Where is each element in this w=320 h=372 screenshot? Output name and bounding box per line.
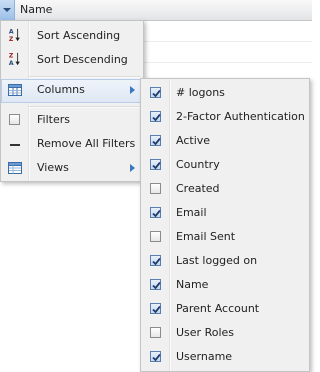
menu-item-label: Columns bbox=[37, 83, 85, 96]
checkmark-icon bbox=[152, 353, 161, 362]
column-toggle-label: Email Sent bbox=[176, 230, 236, 243]
submenu-arrow-icon bbox=[130, 86, 135, 94]
checkbox-checked[interactable] bbox=[150, 303, 161, 314]
checkbox-checked[interactable] bbox=[150, 207, 161, 218]
column-toggle-item[interactable]: Email bbox=[141, 202, 309, 226]
column-toggle-label: Username bbox=[176, 350, 233, 363]
checkbox-checked[interactable] bbox=[150, 87, 161, 98]
checkbox-unchecked[interactable] bbox=[150, 231, 161, 242]
submenu-arrow-icon bbox=[130, 164, 135, 172]
sort-ascending-icon: A Z bbox=[9, 28, 20, 42]
column-toggle-label: 2-Factor Authentication bbox=[176, 110, 305, 123]
checkbox-unchecked[interactable] bbox=[150, 327, 161, 338]
checkmark-icon bbox=[152, 257, 161, 266]
menu-item-views[interactable]: Views bbox=[1, 157, 143, 181]
menu-separator bbox=[29, 76, 141, 78]
column-toggle-item[interactable]: Country bbox=[141, 154, 309, 178]
column-toggle-label: User Roles bbox=[176, 326, 235, 339]
column-toggle-label: Last logged on bbox=[176, 254, 258, 267]
sort-letter-z: Z bbox=[9, 52, 14, 59]
column-toggle-item[interactable]: Email Sent bbox=[141, 226, 309, 250]
column-toggle-item[interactable]: # logons bbox=[141, 82, 309, 106]
column-menu-trigger[interactable] bbox=[0, 0, 15, 20]
column-toggle-item[interactable]: 2-Factor Authentication bbox=[141, 106, 309, 130]
menu-item-label: Filters bbox=[37, 113, 70, 126]
sort-descending-icon: Z A bbox=[9, 52, 20, 66]
menu-item-label: Views bbox=[37, 161, 69, 174]
column-toggle-label: Country bbox=[176, 158, 220, 171]
column-toggle-label: Active bbox=[176, 134, 211, 147]
column-toggle-item[interactable]: Active bbox=[141, 130, 309, 154]
checkbox-checked[interactable] bbox=[150, 135, 161, 146]
column-header-name[interactable]: Name bbox=[20, 3, 52, 16]
checkmark-icon bbox=[152, 161, 161, 170]
remove-icon bbox=[10, 144, 20, 146]
columns-submenu: # logons 2-Factor Authentication Active Cou… bbox=[140, 78, 310, 372]
checkbox-checked[interactable] bbox=[150, 255, 161, 266]
checkbox-checked[interactable] bbox=[150, 351, 161, 362]
menu-item-label: Sort Ascending bbox=[37, 29, 121, 42]
checkmark-icon bbox=[152, 113, 161, 122]
checkmark-icon bbox=[152, 209, 161, 218]
menu-item-sort-ascending[interactable]: A Z Sort Ascending bbox=[1, 25, 143, 49]
views-icon bbox=[8, 162, 22, 174]
column-toggle-item[interactable]: User Roles bbox=[141, 322, 309, 346]
column-toggle-label: Email bbox=[176, 206, 207, 219]
column-toggle-item[interactable]: Username bbox=[141, 346, 309, 370]
column-toggle-item[interactable]: Name bbox=[141, 274, 309, 298]
column-toggle-item[interactable]: Created bbox=[141, 178, 309, 202]
filters-checkbox[interactable] bbox=[9, 114, 20, 125]
column-toggle-label: Parent Account bbox=[176, 302, 260, 315]
checkbox-unchecked[interactable] bbox=[150, 183, 161, 194]
grid-column-header: Name bbox=[0, 0, 312, 21]
menu-item-columns[interactable]: Columns bbox=[1, 79, 143, 103]
column-toggle-item[interactable]: Parent Account bbox=[141, 298, 309, 322]
sort-letter-a: A bbox=[9, 60, 14, 66]
checkmark-icon bbox=[152, 89, 161, 98]
menu-separator bbox=[29, 106, 141, 108]
menu-item-filters[interactable]: Filters bbox=[1, 109, 143, 133]
column-toggle-item[interactable]: Last logged on bbox=[141, 250, 309, 274]
column-menu: A Z Sort Ascending Z A Sort Descending C… bbox=[0, 20, 144, 182]
checkmark-icon bbox=[152, 305, 161, 314]
menu-item-label: Remove All Filters bbox=[37, 137, 136, 150]
menu-item-label: Sort Descending bbox=[37, 53, 128, 66]
sort-letter-a: A bbox=[9, 28, 14, 35]
checkmark-icon bbox=[152, 137, 161, 146]
column-toggle-label: # logons bbox=[176, 86, 225, 99]
checkbox-checked[interactable] bbox=[150, 111, 161, 122]
checkbox-checked[interactable] bbox=[150, 279, 161, 290]
menu-item-sort-descending[interactable]: Z A Sort Descending bbox=[1, 49, 143, 73]
menu-item-remove-all-filters[interactable]: Remove All Filters bbox=[1, 133, 143, 157]
checkbox-checked[interactable] bbox=[150, 159, 161, 170]
sort-letter-z: Z bbox=[9, 36, 14, 42]
checkmark-icon bbox=[152, 281, 161, 290]
chevron-down-icon bbox=[3, 8, 11, 12]
columns-icon bbox=[8, 84, 22, 96]
column-toggle-label: Name bbox=[176, 278, 209, 291]
column-toggle-label: Created bbox=[176, 182, 220, 195]
